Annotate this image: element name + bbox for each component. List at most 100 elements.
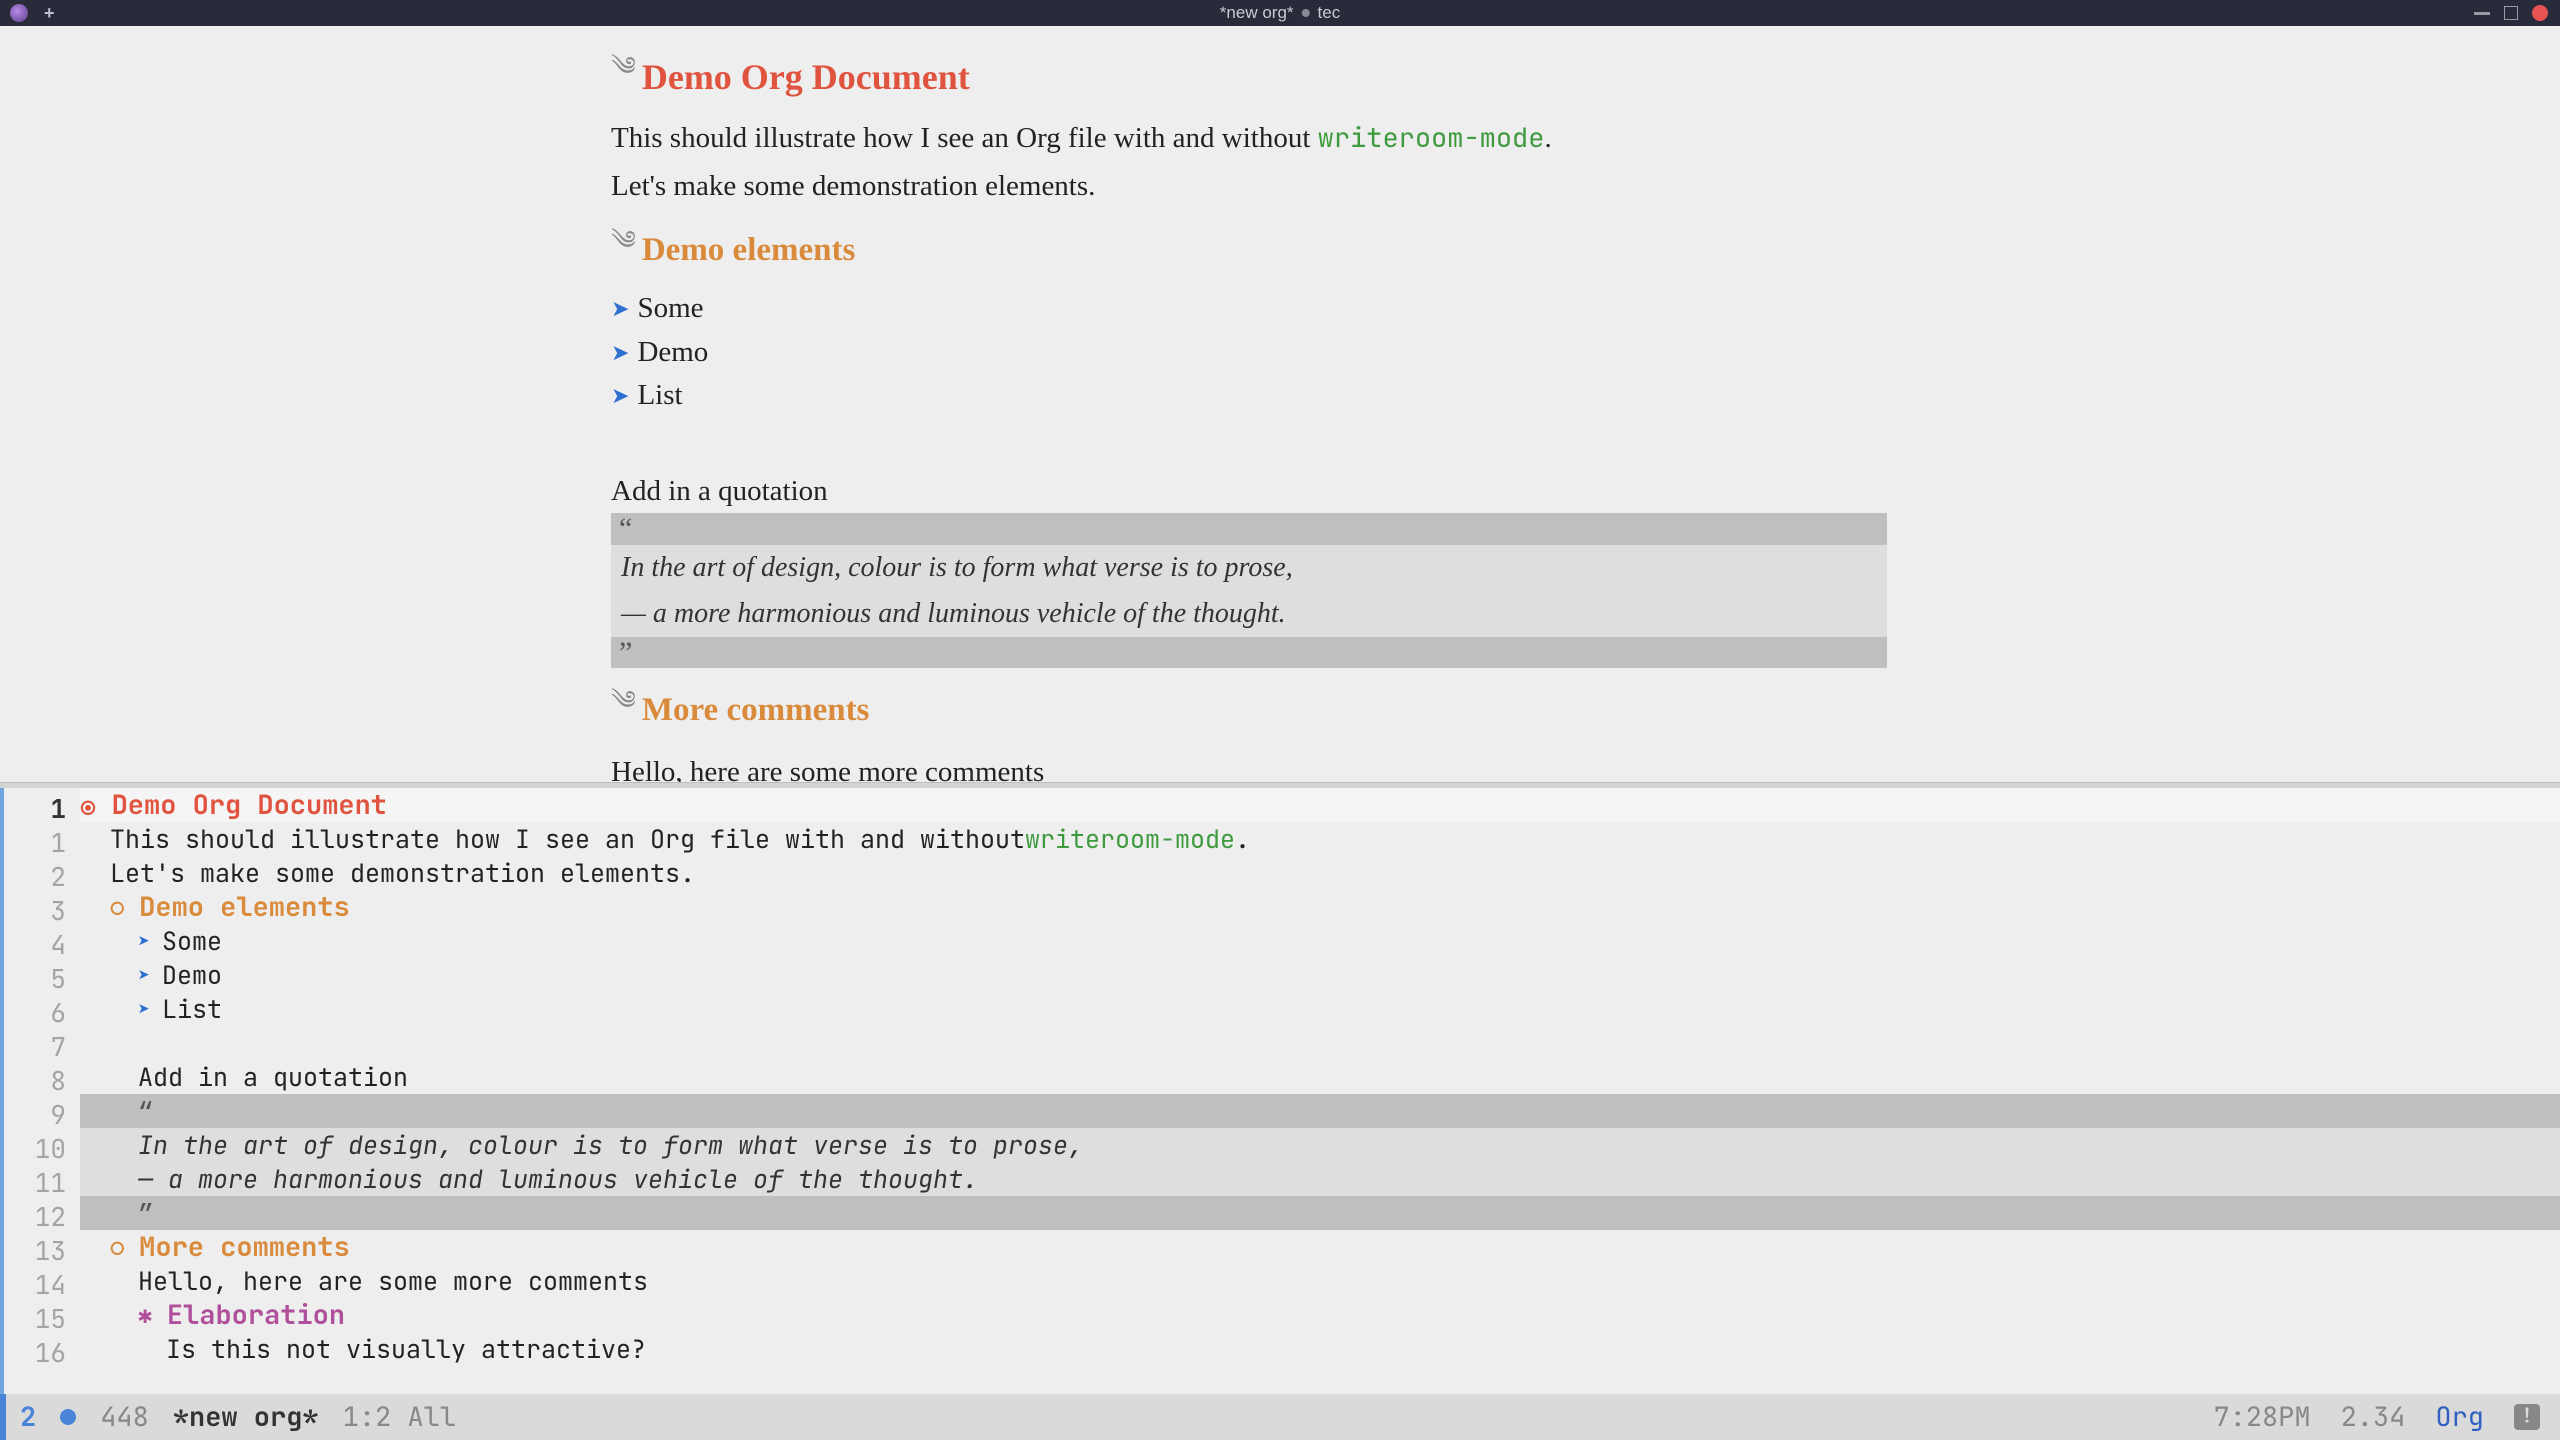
text: Let's make some demonstration elements. [611,170,1095,202]
text: This should illustrate how I see an Org … [611,122,1318,154]
list-item-text: Some [162,924,222,958]
titlebar-separator-dot-icon [1302,9,1310,17]
line-number-gutter: 1 1 2 3 4 5 6 7 8 9 10 11 12 13 14 15 16 [4,788,80,1394]
line-number: 2 [16,859,66,894]
bullet-icon: ➤ [611,379,629,412]
heading-bullet-icon: ○ [110,1232,139,1263]
quote-line[interactable]: — a more harmonious and luminous vehicle… [611,591,1887,637]
heading-3-text: Elaboration [167,1297,345,1333]
titlebar-user: tec [1318,3,1341,23]
text: . [1235,822,1250,856]
line-number: 11 [16,1165,66,1200]
code-line[interactable]: In the art of design, colour is to form … [80,1128,2560,1162]
writeroom-pane[interactable]: ༄ Demo Org Document This should illustra… [0,26,2560,782]
modeline-wordcount: 448 [100,1399,149,1435]
paragraph[interactable]: Add in a quotation [611,470,1887,514]
modeline-buffer-name[interactable]: *new org* [173,1399,319,1435]
code-line[interactable]: ✱ Elaboration [80,1298,2560,1332]
editor-content[interactable]: ◉ Demo Org Document This should illustra… [80,788,2560,1394]
modeline-window-number: 2 [20,1399,36,1435]
heading-2[interactable]: ༄ More comments [611,674,1887,747]
line-number: 7 [16,1029,66,1064]
modeline: 2 448 *new org* 1:2 All 7:28PM 2.34 Org [0,1394,2560,1440]
list-item-text: List [162,992,222,1026]
code-line[interactable]: ○ Demo elements [80,890,2560,924]
titlebar-buffer: *new org* [1220,3,1294,23]
text: Add in a quotation [80,1060,408,1094]
heading-2-text: More comments [139,1229,350,1265]
fold-icon[interactable]: ༄ [611,38,636,111]
heading-bullet-icon: ◉ [80,788,112,823]
quote-end: ” [611,637,1887,669]
code-line[interactable]: — a more harmonious and luminous vehicle… [80,1162,2560,1196]
paragraph[interactable]: This should illustrate how I see an Org … [611,117,1887,161]
heading-bullet-icon: ○ [110,892,139,923]
quote-text: — a more harmonious and luminous vehicle… [621,598,1286,629]
bullet-icon: ➤ [138,996,162,1022]
line-number: 16 [16,1335,66,1370]
modified-indicator-icon [60,1409,76,1425]
fold-icon[interactable]: ༄ [611,672,636,745]
modeline-position: 1:2 All [343,1399,456,1435]
list-item-text: Demo [637,331,708,375]
bullet-icon: ➤ [138,962,162,988]
code-line[interactable]: ➤ List [80,992,2560,1026]
modeline-major-mode[interactable]: Org [2435,1399,2484,1435]
line-number: 13 [16,1233,66,1268]
code-line[interactable] [80,1026,2560,1060]
maximize-button[interactable] [2504,6,2518,20]
heading-2[interactable]: ༄ Demo elements [611,214,1887,287]
code-line[interactable]: This should illustrate how I see an Org … [80,822,2560,856]
quote-open-mark: “ [80,1094,154,1129]
heading-2-text: More comments [642,692,870,729]
line-number: 4 [16,927,66,962]
line-number: 15 [16,1301,66,1336]
quote-line[interactable]: In the art of design, colour is to form … [611,545,1887,591]
editor-pane[interactable]: 1 1 2 3 4 5 6 7 8 9 10 11 12 13 14 15 16… [0,788,2560,1394]
text: . [1544,122,1551,154]
flycheck-warning-icon[interactable] [2514,1404,2540,1430]
minimize-button[interactable] [2474,12,2490,15]
heading-1-text: Demo Org Document [112,787,387,823]
line-number: 1 [16,825,66,860]
list-item-text: List [637,374,682,418]
line-number: 12 [16,1199,66,1234]
heading-2-text: Demo elements [642,232,856,269]
text: Hello, here are some more comments [80,1264,648,1298]
list-item[interactable]: ➤ Some [611,287,1887,331]
text: This should illustrate how I see an Org … [80,822,1025,856]
emacs-icon [10,4,28,22]
modeline-time: 7:28PM [2213,1399,2310,1435]
code-line[interactable]: Add in a quotation [80,1060,2560,1094]
inline-code: writeroom-mode [1318,120,1545,156]
code-line[interactable]: ➤ Some [80,924,2560,958]
code-line[interactable]: Is this not visually attractive? [80,1332,2560,1366]
code-line[interactable]: Let's make some demonstration elements. [80,856,2560,890]
heading-1[interactable]: ༄ Demo Org Document [611,40,1887,113]
new-tab-plus[interactable]: + [44,3,55,24]
quote-text: In the art of design, colour is to form … [621,552,1293,583]
paragraph[interactable]: Let's make some demonstration elements. [611,165,1887,209]
code-line[interactable]: Hello, here are some more comments [80,1264,2560,1298]
line-number: 5 [16,961,66,996]
bullet-icon: ➤ [611,336,629,369]
code-line[interactable]: “ [80,1094,2560,1128]
code-line[interactable]: ➤ Demo [80,958,2560,992]
close-button[interactable] [2532,5,2548,21]
line-number: 9 [16,1097,66,1132]
code-line[interactable]: ” [80,1196,2560,1230]
text: Add in a quotation [611,475,828,507]
quote-text: — a more harmonious and luminous vehicle… [80,1162,978,1196]
text: Is this not visually attractive? [80,1332,646,1366]
line-number: 10 [16,1131,66,1166]
code-line[interactable]: ◉ Demo Org Document [80,788,2560,822]
quote-close-mark: ” [80,1196,154,1231]
code-line[interactable]: ○ More comments [80,1230,2560,1264]
heading-1-text: Demo Org Document [642,56,970,98]
inline-code: writeroom-mode [1025,822,1235,856]
bullet-icon: ➤ [138,928,162,954]
line-number: 8 [16,1063,66,1098]
list-item[interactable]: ➤ Demo [611,331,1887,375]
list-item[interactable]: ➤ List [611,374,1887,418]
fold-icon[interactable]: ༄ [611,212,636,285]
